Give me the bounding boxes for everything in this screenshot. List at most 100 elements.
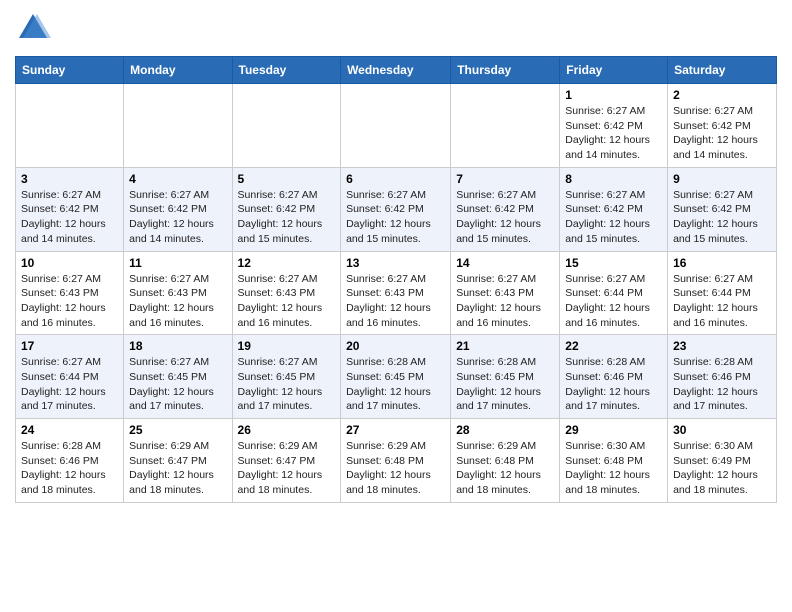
day-number: 12 [238,256,336,270]
calendar-cell: 11 Sunrise: 6:27 AMSunset: 6:43 PMDayligh… [124,251,232,335]
calendar-cell: 20 Sunrise: 6:28 AMSunset: 6:45 PMDayligh… [341,335,451,419]
calendar-cell: 27 Sunrise: 6:29 AMSunset: 6:48 PMDayligh… [341,419,451,503]
calendar-cell: 2 Sunrise: 6:27 AMSunset: 6:42 PMDaylight… [668,84,777,168]
calendar-cell: 9Sunrise: 6:27 AMSunset: 6:42 PMDaylight… [668,167,777,251]
calendar-header-wednesday: Wednesday [341,57,451,84]
calendar-cell: 3Sunrise: 6:27 AMSunset: 6:42 PMDaylight… [16,167,124,251]
day-info: Sunrise: 6:27 AMSunset: 6:42 PMDaylight:… [565,104,662,163]
day-number: 30 [673,423,771,437]
day-info: Sunrise: 6:27 AMSunset: 6:43 PMDaylight:… [21,272,118,331]
day-info: Sunrise: 6:27 AMSunset: 6:44 PMDaylight:… [21,355,118,414]
calendar-cell [232,84,341,168]
day-number: 25 [129,423,226,437]
day-number: 1 [565,88,662,102]
day-info: Sunrise: 6:28 AMSunset: 6:46 PMDaylight:… [21,439,118,498]
page: SundayMondayTuesdayWednesdayThursdayFrid… [0,0,792,513]
calendar-cell: 8 Sunrise: 6:27 AMSunset: 6:42 PMDaylight… [560,167,668,251]
day-number: 24 [21,423,118,437]
day-number: 15 [565,256,662,270]
calendar-cell: 12 Sunrise: 6:27 AMSunset: 6:43 PMDayligh… [232,251,341,335]
calendar-cell: 15 Sunrise: 6:27 AMSunset: 6:44 PMDayligh… [560,251,668,335]
day-number: 28 [456,423,554,437]
day-number: 11 [129,256,226,270]
day-number: 10 [21,256,118,270]
day-info: Sunrise: 6:27 AMSunset: 6:42 PMDaylight:… [673,188,771,247]
day-info: Sunrise: 6:29 AMSunset: 6:48 PMDaylight:… [346,439,445,498]
day-number: 16 [673,256,771,270]
calendar-cell: 24 Sunrise: 6:28 AMSunset: 6:46 PMDayligh… [16,419,124,503]
calendar-cell: 23 Sunrise: 6:28 AMSunset: 6:46 PMDayligh… [668,335,777,419]
day-info: Sunrise: 6:29 AMSunset: 6:48 PMDaylight:… [456,439,554,498]
calendar-row: 17Sunrise: 6:27 AMSunset: 6:44 PMDayligh… [16,335,777,419]
calendar-header-saturday: Saturday [668,57,777,84]
calendar-header-monday: Monday [124,57,232,84]
calendar-row: 10 Sunrise: 6:27 AMSunset: 6:43 PMDayligh… [16,251,777,335]
calendar-header-friday: Friday [560,57,668,84]
calendar-row: 3 Sunrise: 6:27 AMSunset: 6:42 PMDaylight… [16,167,777,251]
day-info: Sunrise: 6:27 AMSunset: 6:42 PMDaylight:… [565,188,662,247]
calendar-cell: 17Sunrise: 6:27 AMSunset: 6:44 PMDayligh… [16,335,124,419]
day-number: 23 [673,339,771,353]
day-info: Sunrise: 6:28 AMSunset: 6:45 PMDaylight:… [456,355,554,414]
day-number: 5 [238,172,336,186]
calendar-cell: 16 Sunrise: 6:27 AMSunset: 6:44 PMDayligh… [668,251,777,335]
day-info: Sunrise: 6:27 AMSunset: 6:42 PMDaylight:… [673,104,771,163]
calendar-cell [16,84,124,168]
calendar-cell: 6Sunrise: 6:27 AMSunset: 6:42 PMDaylight… [341,167,451,251]
day-number: 2 [673,88,771,102]
calendar-row: 24 Sunrise: 6:28 AMSunset: 6:46 PMDayligh… [16,419,777,503]
calendar-cell: 5 Sunrise: 6:27 AMSunset: 6:42 PMDaylight… [232,167,341,251]
calendar-cell: 19 Sunrise: 6:27 AMSunset: 6:45 PMDayligh… [232,335,341,419]
day-info: Sunrise: 6:27 AMSunset: 6:44 PMDaylight:… [673,272,771,331]
day-number: 3 [21,172,118,186]
day-number: 13 [346,256,445,270]
day-info: Sunrise: 6:27 AMSunset: 6:42 PMDaylight:… [238,188,336,247]
day-number: 8 [565,172,662,186]
calendar-cell [451,84,560,168]
day-info: Sunrise: 6:29 AMSunset: 6:47 PMDaylight:… [129,439,226,498]
day-info: Sunrise: 6:27 AMSunset: 6:43 PMDaylight:… [456,272,554,331]
calendar-cell: 21Sunrise: 6:28 AMSunset: 6:45 PMDayligh… [451,335,560,419]
day-info: Sunrise: 6:28 AMSunset: 6:45 PMDaylight:… [346,355,445,414]
calendar-cell: 18Sunrise: 6:27 AMSunset: 6:45 PMDayligh… [124,335,232,419]
logo-icon [15,10,51,46]
day-number: 27 [346,423,445,437]
calendar-cell: 7Sunrise: 6:27 AMSunset: 6:42 PMDaylight… [451,167,560,251]
calendar-cell [341,84,451,168]
day-number: 6 [346,172,445,186]
day-info: Sunrise: 6:27 AMSunset: 6:43 PMDaylight:… [238,272,336,331]
day-info: Sunrise: 6:27 AMSunset: 6:45 PMDaylight:… [238,355,336,414]
logo [15,10,55,46]
calendar-header-sunday: Sunday [16,57,124,84]
calendar-table: SundayMondayTuesdayWednesdayThursdayFrid… [15,56,777,503]
calendar-cell: 26 Sunrise: 6:29 AMSunset: 6:47 PMDayligh… [232,419,341,503]
day-info: Sunrise: 6:27 AMSunset: 6:44 PMDaylight:… [565,272,662,331]
calendar-header-thursday: Thursday [451,57,560,84]
calendar-cell: 13 Sunrise: 6:27 AMSunset: 6:43 PMDayligh… [341,251,451,335]
day-info: Sunrise: 6:30 AMSunset: 6:49 PMDaylight:… [673,439,771,498]
calendar-cell: 10 Sunrise: 6:27 AMSunset: 6:43 PMDayligh… [16,251,124,335]
calendar-row: 1 Sunrise: 6:27 AMSunset: 6:42 PMDaylight… [16,84,777,168]
calendar-cell [124,84,232,168]
calendar-cell: 30 Sunrise: 6:30 AMSunset: 6:49 PMDayligh… [668,419,777,503]
day-number: 20 [346,339,445,353]
day-info: Sunrise: 6:30 AMSunset: 6:48 PMDaylight:… [565,439,662,498]
day-info: Sunrise: 6:27 AMSunset: 6:42 PMDaylight:… [129,188,226,247]
day-number: 7 [456,172,554,186]
calendar-cell: 28 Sunrise: 6:29 AMSunset: 6:48 PMDayligh… [451,419,560,503]
calendar-cell: 22 Sunrise: 6:28 AMSunset: 6:46 PMDayligh… [560,335,668,419]
day-info: Sunrise: 6:29 AMSunset: 6:47 PMDaylight:… [238,439,336,498]
day-number: 22 [565,339,662,353]
calendar-header-row: SundayMondayTuesdayWednesdayThursdayFrid… [16,57,777,84]
day-info: Sunrise: 6:28 AMSunset: 6:46 PMDaylight:… [565,355,662,414]
day-info: Sunrise: 6:28 AMSunset: 6:46 PMDaylight:… [673,355,771,414]
calendar-cell: 29Sunrise: 6:30 AMSunset: 6:48 PMDayligh… [560,419,668,503]
day-number: 26 [238,423,336,437]
calendar-cell: 4 Sunrise: 6:27 AMSunset: 6:42 PMDaylight… [124,167,232,251]
day-number: 4 [129,172,226,186]
day-info: Sunrise: 6:27 AMSunset: 6:43 PMDaylight:… [346,272,445,331]
calendar-cell: 25 Sunrise: 6:29 AMSunset: 6:47 PMDayligh… [124,419,232,503]
day-number: 19 [238,339,336,353]
day-number: 14 [456,256,554,270]
day-info: Sunrise: 6:27 AMSunset: 6:43 PMDaylight:… [129,272,226,331]
